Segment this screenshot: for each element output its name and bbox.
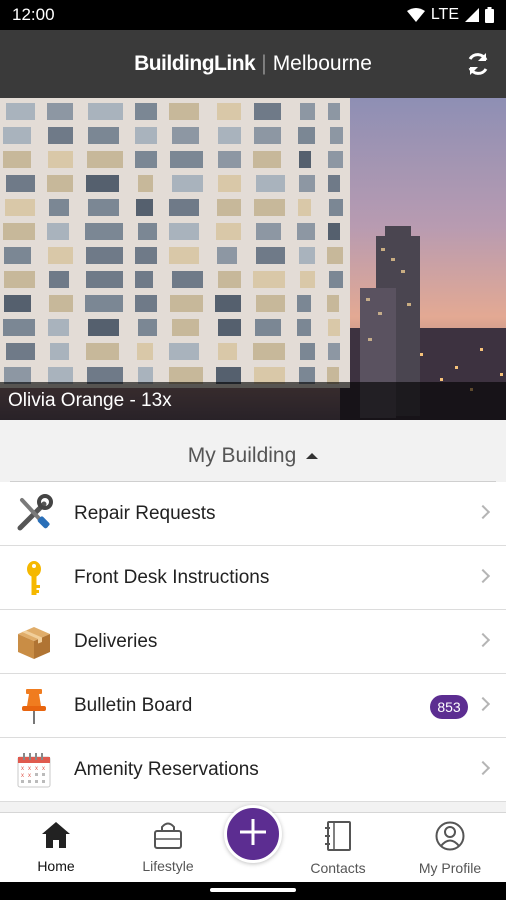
add-button[interactable] <box>224 805 282 863</box>
chevron-right-icon <box>475 568 491 584</box>
menu-item-deliveries[interactable]: Deliveries <box>0 610 506 674</box>
menu-item-repair-requests[interactable]: Repair Requests <box>0 482 506 546</box>
chevron-right-icon <box>475 760 491 776</box>
nav-label: Lifestyle <box>142 858 194 874</box>
menu-item-label: Front Desk Instructions <box>74 566 270 588</box>
menu-item-label: Amenity Reservations <box>74 758 259 780</box>
brand-city: Melbourne <box>272 52 372 75</box>
svg-text:x: x <box>28 766 31 772</box>
pushpin-icon <box>12 684 56 728</box>
svg-text:x: x <box>21 773 24 779</box>
battery-icon <box>485 7 494 23</box>
menu-item-label: Repair Requests <box>74 502 216 524</box>
refresh-icon[interactable] <box>464 50 492 78</box>
chevron-right-icon <box>475 632 491 648</box>
plus-icon <box>238 817 268 852</box>
address-book-icon <box>323 821 353 856</box>
status-bar: 12:00 LTE <box>0 0 506 30</box>
nav-label: Contacts <box>310 860 366 876</box>
menu-item-label: Bulletin Board <box>74 694 193 716</box>
building-photo: Olivia Orange - 13x <box>0 98 506 420</box>
status-indicators: LTE <box>406 6 494 24</box>
key-icon <box>12 556 56 600</box>
menu-item-bulletin-board[interactable]: Bulletin Board 853 <box>0 674 506 738</box>
network-type: LTE <box>430 6 459 23</box>
menu-item-front-desk-instructions[interactable]: Front Desk Instructions <box>0 546 506 610</box>
status-time: 12:00 <box>12 5 55 24</box>
svg-text:x: x <box>35 766 38 772</box>
wifi-icon <box>406 8 425 22</box>
calendar-icon: xxxx xx <box>12 748 56 792</box>
package-icon <box>12 620 56 664</box>
menu-list: Repair Requests Front Desk Instructions <box>0 482 506 802</box>
chevron-right-icon <box>475 504 491 520</box>
profile-icon <box>435 821 465 856</box>
brand-logo: BuildingLink | Melbourne <box>134 52 372 76</box>
my-building-section: My Building Repair Requests Front Desk I… <box>0 420 506 812</box>
nav-my-profile[interactable]: My Profile <box>400 813 500 883</box>
brand-separator: | <box>261 52 267 75</box>
menu-item-label: Deliveries <box>74 630 158 652</box>
nav-label: My Profile <box>418 860 482 876</box>
nav-lifestyle[interactable]: Lifestyle <box>118 813 218 883</box>
svg-text:x: x <box>21 766 24 772</box>
city-skyline-illustration <box>0 98 506 420</box>
home-icon <box>41 821 71 854</box>
nav-contacts[interactable]: Contacts <box>288 813 388 883</box>
bottom-navigation: Home Lifestyle Contacts My Profile <box>0 805 506 883</box>
caret-up-icon <box>306 452 319 459</box>
unread-count-badge: 853 <box>430 695 468 719</box>
app-screen: 12:00 LTE BuildingLink | Melbourne Olivi… <box>0 0 506 900</box>
menu-item-amenity-reservations[interactable]: xxxx xx Amenity Reservations <box>0 738 506 802</box>
nav-label: Home <box>37 858 75 874</box>
shopping-bag-icon <box>153 821 183 854</box>
chevron-right-icon <box>475 696 491 712</box>
section-title: My Building <box>187 443 297 467</box>
resident-unit-label: Olivia Orange - 13x <box>0 382 506 420</box>
svg-text:x: x <box>42 766 45 772</box>
signal-icon <box>465 8 479 22</box>
nav-home[interactable]: Home <box>6 813 106 883</box>
my-building-toggle[interactable]: My Building <box>10 430 496 482</box>
home-gesture-handle[interactable] <box>210 888 296 892</box>
svg-text:x: x <box>28 773 31 779</box>
brand-name: BuildingLink <box>134 52 256 75</box>
app-bar: BuildingLink | Melbourne <box>0 30 506 98</box>
tools-icon <box>12 492 56 536</box>
system-navigation-bar <box>0 882 506 900</box>
